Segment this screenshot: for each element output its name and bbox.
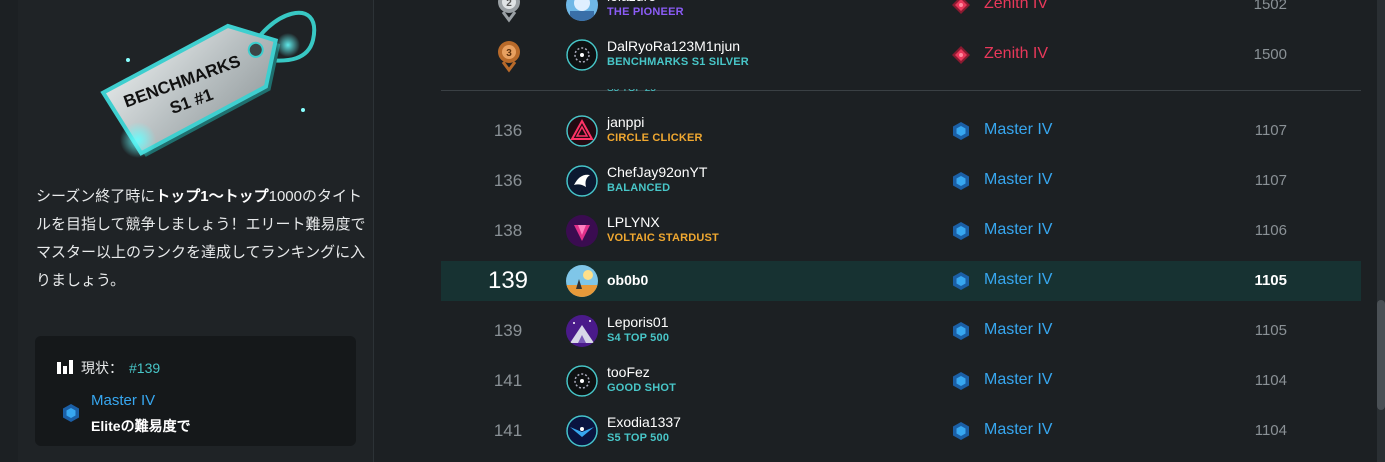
player-name[interactable]: ChefJay92onYT — [607, 164, 707, 180]
zenith-rank-icon — [952, 0, 970, 14]
leaderboard: S5 TOP 25 2 lolazure THE PIONEER Zenith IV 1… — [441, 0, 1361, 462]
player-avatar[interactable] — [566, 265, 598, 297]
rank-position: 136 — [493, 171, 523, 190]
player-title: GOOD SHOT — [607, 382, 677, 394]
player-title: S5 TOP 500 — [607, 432, 670, 444]
player-avatar[interactable] — [566, 415, 598, 447]
cutoff-title: S5 TOP 25 — [607, 89, 656, 97]
player-rank: Master IV — [984, 121, 1053, 138]
zenith-rank-icon — [952, 46, 970, 64]
player-avatar[interactable] — [566, 365, 598, 397]
player-score: 1502 — [1253, 0, 1287, 13]
player-score: 1107 — [1254, 172, 1287, 189]
player-title: BALANCED — [607, 182, 671, 194]
status-label: 現状： — [81, 360, 123, 376]
benchmarks-tag-image: BENCHMARKS S1 #1 — [88, 0, 348, 170]
target-rank-name: Master IV — [91, 392, 156, 409]
master-rank-icon — [952, 172, 970, 190]
leaderboard-row[interactable]: 136 janppi CIRCLE CLICKER Master IV 1107 — [441, 111, 1361, 151]
master-rank-icon — [952, 222, 970, 240]
status-card: 現状： #139 Master IV Eliteの難易度で — [35, 336, 356, 446]
leaderboard-divider — [441, 90, 1361, 91]
player-title: CIRCLE CLICKER — [607, 132, 703, 144]
player-rank: Master IV — [984, 421, 1053, 438]
leaderboard-row[interactable]: 136 ChefJay92onYT BALANCED Master IV 1107 — [441, 161, 1361, 201]
player-score: 1104 — [1254, 372, 1287, 389]
player-name[interactable]: ob0b0 — [607, 272, 648, 288]
season-description: シーズン終了時にトップ1〜トップ1000のタイトルを目指して競争しましょう！エリ… — [36, 188, 366, 289]
leaderboard-row[interactable]: 138 LPLYNX VOLTAIC STARDUST Master IV 1106 — [441, 211, 1361, 251]
player-avatar[interactable] — [566, 115, 598, 147]
player-name[interactable]: Leporis01 — [607, 314, 669, 330]
player-name[interactable]: tooFez — [607, 364, 650, 380]
svg-text:3: 3 — [506, 48, 512, 59]
season-panel: BENCHMARKS S1 #1 シーズン終了時にトップ1〜トップ1000のタイ… — [18, 0, 374, 462]
rank-position: 138 — [493, 221, 523, 240]
master-rank-icon — [952, 422, 970, 440]
player-rank: Master IV — [984, 271, 1053, 288]
player-rank: Master IV — [984, 371, 1053, 388]
rank-position: 136 — [493, 121, 523, 140]
rank-position: 141 — [493, 371, 523, 390]
leaderboard-row[interactable]: 2 lolazure THE PIONEER Zenith IV 1502 — [441, 0, 1361, 25]
master-rank-icon — [63, 404, 79, 427]
player-avatar[interactable] — [566, 39, 598, 71]
player-score: 1105 — [1254, 272, 1287, 289]
player-name[interactable]: lolazure — [607, 0, 656, 4]
master-rank-icon — [952, 372, 970, 390]
player-avatar[interactable] — [566, 165, 598, 197]
leaderboard-row-current-user[interactable]: 139 ob0b0 Master IV 1105 — [441, 261, 1361, 301]
rank-position: 139 — [493, 321, 523, 340]
player-rank: Zenith IV — [984, 45, 1049, 62]
player-avatar[interactable] — [566, 215, 598, 247]
player-title: S4 TOP 500 — [607, 332, 670, 344]
player-score: 1500 — [1253, 46, 1287, 63]
bronze-medal-icon: 3 — [495, 40, 523, 74]
current-status: 現状： #139 — [57, 358, 160, 378]
player-avatar[interactable] — [566, 315, 598, 347]
player-rank: Master IV — [984, 221, 1053, 238]
player-avatar[interactable] — [566, 0, 598, 21]
player-score: 1104 — [1254, 422, 1287, 439]
player-name[interactable]: DalRyoRa123M1njun — [607, 38, 740, 54]
player-score: 1107 — [1254, 122, 1287, 139]
player-score: 1106 — [1254, 222, 1287, 239]
master-rank-icon — [952, 272, 970, 290]
svg-text:2: 2 — [506, 0, 512, 9]
master-rank-icon — [952, 322, 970, 340]
status-value: #139 — [129, 360, 161, 376]
player-rank: Zenith IV — [984, 0, 1049, 12]
leaderboard-row[interactable]: 141 Exodia1337 S5 TOP 500 Master IV 1104 — [441, 411, 1361, 451]
player-score: 1105 — [1254, 322, 1287, 339]
silver-medal-icon: 2 — [495, 0, 523, 24]
player-title: THE PIONEER — [607, 6, 684, 18]
rank-position: 141 — [493, 421, 523, 440]
target-rank-difficulty: Eliteの難易度で — [91, 418, 191, 434]
scrollbar-thumb[interactable] — [1377, 300, 1385, 410]
player-title: VOLTAIC STARDUST — [607, 232, 719, 244]
player-name[interactable]: janppi — [607, 114, 644, 130]
master-rank-icon — [952, 122, 970, 140]
rank-position: 139 — [487, 267, 529, 294]
player-rank: Master IV — [984, 321, 1053, 338]
player-name[interactable]: Exodia1337 — [607, 414, 681, 430]
leaderboard-row[interactable]: 141 tooFez GOOD SHOT Master IV 1104 — [441, 361, 1361, 401]
leaderboard-row[interactable]: 3 DalRyoRa123M1njun BENCHMARKS S1 SILVER Ze… — [441, 35, 1361, 75]
player-name[interactable]: LPLYNX — [607, 214, 660, 230]
player-title: BENCHMARKS S1 SILVER — [607, 56, 749, 68]
player-rank: Master IV — [984, 171, 1053, 188]
leaderboard-row[interactable]: 139 Leporis01 S4 TOP 500 Master IV 1105 — [441, 311, 1361, 351]
bar-chart-icon — [57, 359, 73, 377]
